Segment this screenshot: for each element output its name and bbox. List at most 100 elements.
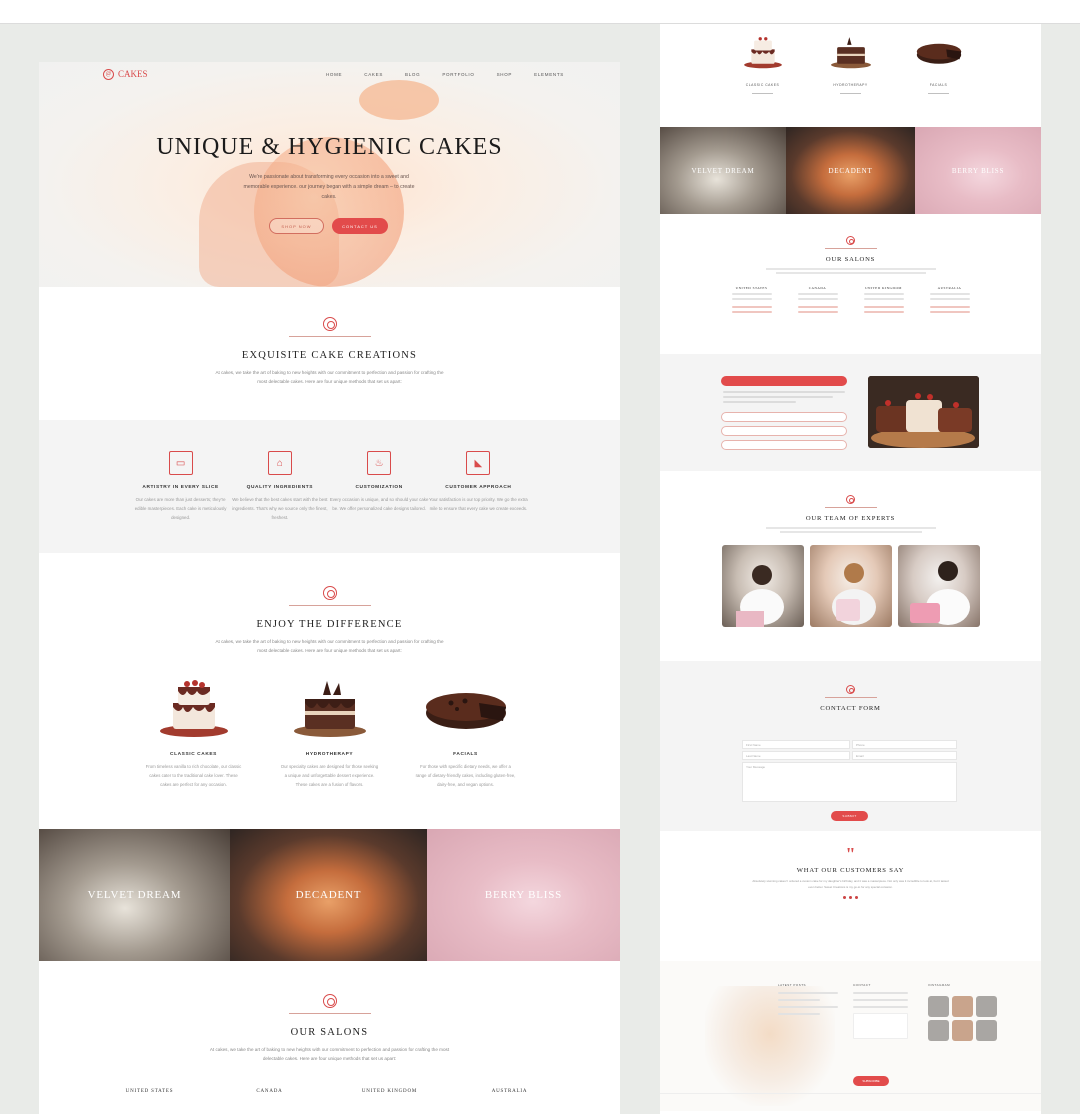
nav-elements[interactable]: ELEMENTS — [534, 72, 564, 77]
hero-title: UNIQUE & HYGIENIC CAKES — [156, 134, 503, 160]
banner-label: DECADENT — [295, 889, 362, 901]
cake-text: From timeless vanilla to rich chocolate,… — [145, 764, 242, 787]
banner-velvet-dream[interactable]: VELVET DREAM — [39, 829, 230, 961]
salon-country: AUSTRALIA — [937, 286, 962, 290]
swirl-icon — [846, 236, 855, 245]
faq-item[interactable] — [721, 412, 847, 422]
feature-item: ⌂ QUALITY INGREDIENTS We believe that th… — [230, 451, 329, 553]
features-section: ▭ ARTISTRY IN EVERY SLICE Our cakes are … — [39, 420, 620, 553]
cakes-photo — [868, 376, 979, 448]
cake-card[interactable]: HYDROTHERAPY ▬▬▬▬▬▬▬ — [820, 30, 882, 127]
email-field[interactable]: Email — [852, 751, 957, 760]
divider — [824, 507, 877, 508]
cake-card[interactable]: HYDROTHERAPY Our specialty cakes are des… — [280, 673, 380, 789]
right-cakes-row: CLASSIC CAKES ▬▬▬▬▬▬▬ HYDROTHERAPY ▬▬▬▬▬… — [660, 24, 1041, 127]
page-preview-secondary: CLASSIC CAKES ▬▬▬▬▬▬▬ HYDROTHERAPY ▬▬▬▬▬… — [660, 24, 1041, 1114]
nav-cakes[interactable]: CAKES — [364, 72, 383, 77]
copyright-bar — [660, 1093, 1041, 1111]
cake-name: FACIALS — [453, 752, 478, 758]
right-banner-row: VELVET DREAM DECADENT BERRY BLISS — [660, 127, 1041, 214]
team-member-card[interactable] — [809, 545, 892, 627]
salons-text: At cakes, we take the art of baking to n… — [209, 1047, 450, 1061]
carousel-dots[interactable] — [660, 896, 1041, 900]
instagram-thumb[interactable] — [928, 1020, 949, 1041]
cake-card[interactable]: CLASSIC CAKES ▬▬▬▬▬▬▬ — [732, 30, 794, 127]
banner-berry-bliss[interactable]: BERRY BLISS — [427, 829, 620, 961]
basket-icon: ⌂ — [267, 451, 292, 475]
creations-text: At cakes, we take the art of baking to n… — [215, 370, 444, 384]
cake-card[interactable]: CLASSIC CAKES From timeless vanilla to r… — [144, 673, 244, 789]
swirl-icon — [846, 495, 855, 504]
salon-country: UNITED STATES — [125, 1089, 174, 1095]
footer-col-title: CONTACT — [853, 983, 871, 987]
team-title: OUR TEAM OF EXPERTS — [805, 515, 896, 522]
faq-answer — [723, 391, 845, 406]
faq-item[interactable] — [721, 426, 847, 436]
contact-us-button[interactable]: CONTACT US — [332, 218, 388, 234]
hydrotherapy-cake-image — [830, 37, 871, 69]
cupcake-icon: ♨ — [367, 451, 392, 475]
banner-label: VELVET DREAM — [691, 166, 755, 175]
cake-slice-icon: ▭ — [168, 451, 193, 475]
nav-shop[interactable]: SHOP — [497, 72, 513, 77]
subscribe-button[interactable]: SUBSCRIBE — [853, 1076, 889, 1086]
salons-section: OUR SALONS At cakes, we take the art of … — [39, 961, 620, 1094]
main-nav: @ CAKES HOME CAKES BLOG PORTFOLIO SHOP E… — [39, 62, 620, 86]
cake-text: For those with specific dietary needs, w… — [415, 764, 516, 787]
faq-item[interactable] — [721, 440, 847, 450]
feature-title: CUSTOMER APPROACH — [445, 485, 512, 490]
banner-label: VELVET DREAM — [87, 889, 182, 901]
nav-blog[interactable]: BLOG — [405, 72, 420, 77]
phone-field[interactable]: Phone — [852, 740, 957, 749]
banner-velvet-dream[interactable]: VELVET DREAM — [660, 127, 786, 214]
cake-text-placeholder: ▬▬▬▬▬▬▬ — [752, 91, 773, 95]
team-member-card[interactable] — [721, 545, 804, 627]
instagram-thumb[interactable] — [928, 996, 949, 1017]
salon-country: CANADA — [256, 1089, 283, 1095]
swirl-icon — [322, 994, 337, 1008]
divider — [288, 1013, 371, 1014]
contact-title: CONTACT FORM — [820, 705, 881, 712]
feature-text: We believe that the best cakes start wit… — [232, 497, 328, 520]
browser-topbar — [0, 0, 1080, 24]
instagram-thumb[interactable] — [976, 1020, 997, 1041]
logo-text: CAKES — [118, 69, 148, 79]
banner-berry-bliss[interactable]: BERRY BLISS — [915, 127, 1041, 214]
quote-icon: " — [845, 844, 856, 864]
creations-section: EXQUISITE CAKE CREATIONS At cakes, we ta… — [39, 287, 620, 420]
chef-photo — [909, 561, 970, 625]
cake-card[interactable]: FACIALS For those with specific dietary … — [416, 673, 516, 789]
team-section: OUR TEAM OF EXPERTS — [660, 471, 1041, 661]
page-preview-main: @ CAKES HOME CAKES BLOG PORTFOLIO SHOP E… — [39, 62, 620, 1114]
salon-country: AUSTRALIA — [491, 1089, 528, 1095]
message-field[interactable]: Your Message — [742, 762, 957, 802]
banner-label: BERRY BLISS — [484, 889, 563, 901]
instagram-thumb[interactable] — [952, 1020, 973, 1041]
hero-section: @ CAKES HOME CAKES BLOG PORTFOLIO SHOP E… — [39, 62, 620, 287]
faq-section — [660, 354, 1041, 471]
faq-item-active[interactable] — [721, 376, 847, 386]
last-name-field[interactable]: Last Name — [742, 751, 850, 760]
banner-decadent[interactable]: DECADENT — [230, 829, 427, 961]
banner-decadent[interactable]: DECADENT — [786, 127, 915, 214]
shop-now-button[interactable]: SHOP NOW — [269, 218, 324, 234]
salon-country: CANADA — [808, 286, 827, 290]
swirl-icon — [322, 317, 337, 331]
logo[interactable]: @ CAKES — [103, 68, 148, 80]
testimonial-text: Absolutely stunning cakes! I ordered a c… — [752, 879, 949, 889]
nav-portfolio[interactable]: PORTFOLIO — [442, 72, 474, 77]
swirl-icon — [846, 685, 855, 694]
nav-home[interactable]: HOME — [326, 72, 342, 77]
feature-item: ▭ ARTISTRY IN EVERY SLICE Our cakes are … — [131, 451, 230, 553]
cake-card[interactable]: FACIALS ▬▬▬▬▬▬▬ — [908, 30, 970, 127]
first-name-field[interactable]: First Name — [742, 740, 850, 749]
feature-text: Your satisfaction is our top priority. W… — [428, 497, 528, 511]
team-member-card[interactable] — [897, 545, 980, 627]
cake-name: HYDROTHERAPY — [305, 752, 354, 758]
instagram-thumb[interactable] — [976, 996, 997, 1017]
instagram-thumb[interactable] — [952, 996, 973, 1017]
classic-cake-image — [159, 680, 228, 738]
salon-country: UNITED STATES — [735, 286, 768, 290]
salon-column: UNITED STATES — [726, 286, 778, 316]
submit-button[interactable]: SUBMIT — [831, 811, 868, 821]
